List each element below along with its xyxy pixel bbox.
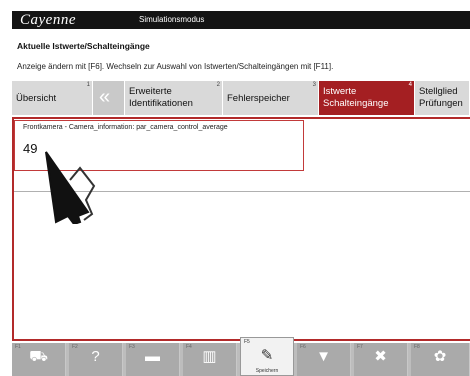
title-bar: Cayenne Simulationsmodus <box>12 11 470 29</box>
pointer-cursor-icon <box>45 151 96 224</box>
toolbar-button-f2[interactable]: F2 ? <box>69 343 123 376</box>
tab-uebersicht[interactable]: Übersicht 1 <box>12 81 93 115</box>
tab-label-line2: Identifikationen <box>129 98 193 109</box>
tab-number: 2 <box>216 82 220 88</box>
tab-label-line1: Istwerte <box>323 86 357 97</box>
mode-label: Simulationsmodus <box>139 15 205 24</box>
toolbar-button-f7[interactable]: F7 ✖ <box>354 343 408 376</box>
settings-icon: ✿ <box>433 348 447 365</box>
toolbar-button-f6[interactable]: F6 ▼ <box>297 343 351 376</box>
toolbar-button-f1[interactable]: F1 ⛟ <box>12 343 66 376</box>
instruction-text: Anzeige ändern mit [F6]. Wechseln zur Au… <box>17 62 334 71</box>
toolbar-button-f5[interactable]: F5 ✎ Speichern <box>240 337 294 376</box>
filter-icon: ▼ <box>316 348 331 365</box>
tab-label-line1: Stellglied <box>419 86 458 97</box>
tab-stellglied-pruefungen[interactable]: Stellglied Prüfungen <box>415 81 470 115</box>
tab-erweiterte-identifikationen[interactable]: Erweiterte Identifikationen 2 <box>125 81 223 115</box>
chart-icon: ▥ <box>202 348 217 365</box>
tab-number: 1 <box>86 82 90 88</box>
tab-istwerte-schalteingaenge[interactable]: Istwerte Schalteingänge 4 <box>319 81 415 115</box>
tab-label-line1: Erweiterte <box>129 86 172 97</box>
top-area: Cayenne Simulationsmodus <box>0 0 470 34</box>
toolbar-button-label: Speichern <box>255 368 279 374</box>
tab-fehlerspeicher[interactable]: Fehlerspeicher 3 <box>223 81 319 115</box>
toolbar-button-f4[interactable]: F4 ▥ <box>183 343 237 376</box>
function-toolbar: F1 ⛟ F2 ? F3 ▬ F4 ▥ F5 ✎ Speichern F6 ▼ … <box>12 337 470 376</box>
message-icon: ▬ <box>145 348 160 365</box>
tab-number: 4 <box>408 82 412 88</box>
fkey-label: F5 <box>244 339 250 345</box>
tab-label-line2: Schalteingänge <box>323 98 389 109</box>
tab-label: Fehlerspeicher <box>227 93 290 104</box>
back-chevron-icon: « <box>99 86 111 108</box>
save-icon: ✎ <box>260 347 274 364</box>
value-label: Frontkamera - Camera_information: par_ca… <box>23 124 228 131</box>
toolbar-button-f8[interactable]: F8 ✿ <box>411 343 470 376</box>
value-reading: 49 <box>23 141 38 156</box>
tools-icon: ✖ <box>374 348 387 365</box>
car-icon: ⛟ <box>29 348 48 365</box>
tab-number: 3 <box>312 82 316 88</box>
page-title: Aktuelle Istwerte/Schalteingänge <box>17 41 150 51</box>
help-icon: ? <box>91 348 100 365</box>
app-logo: Cayenne <box>20 12 76 28</box>
tab-label: Übersicht <box>16 93 57 104</box>
tab-bar: Übersicht 1 « Erweiterte Identifikatione… <box>12 81 470 115</box>
tab-back[interactable]: « <box>93 81 125 115</box>
toolbar-button-f3[interactable]: F3 ▬ <box>126 343 180 376</box>
tab-label-line2: Prüfungen <box>419 98 463 109</box>
